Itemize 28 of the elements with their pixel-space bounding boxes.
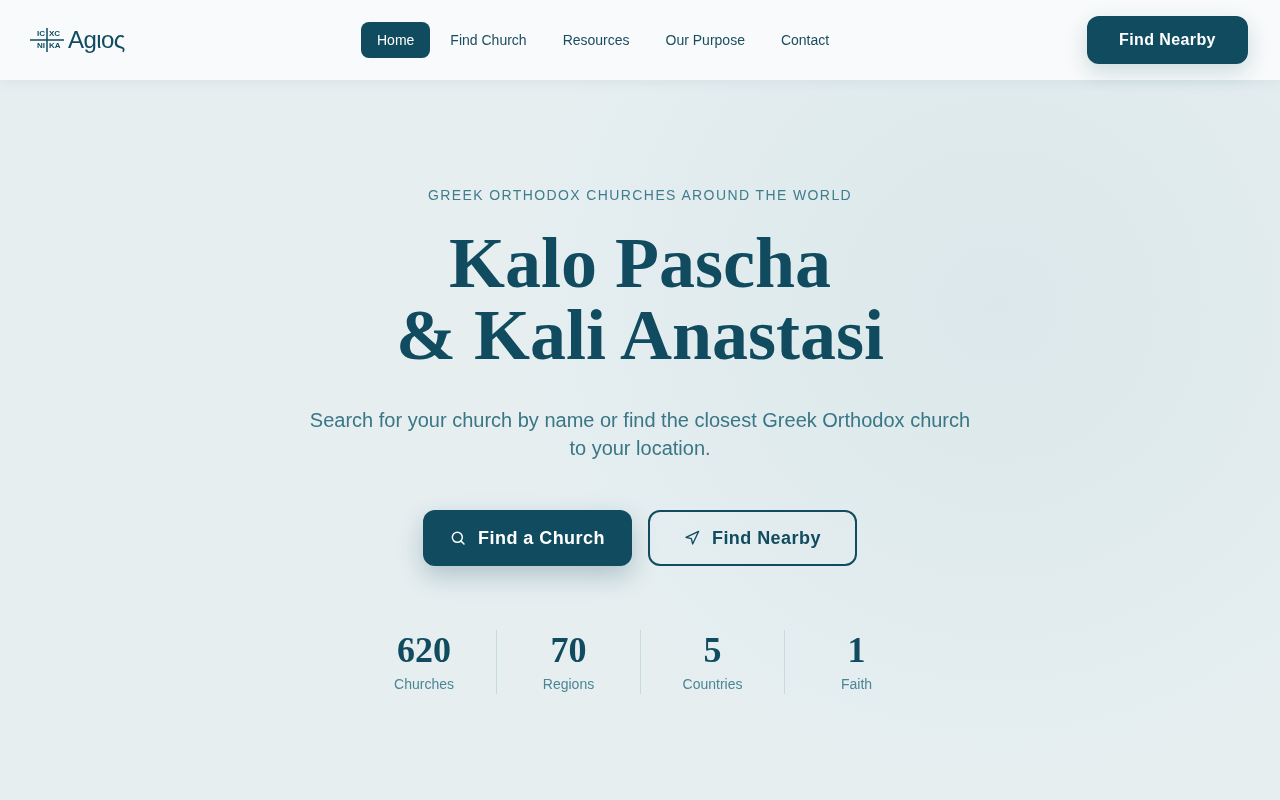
navigation-arrow-icon <box>683 530 700 546</box>
logo-letters: KA <box>49 42 61 50</box>
stat-value: 5 <box>703 630 722 670</box>
hero-subtitle: Search for your church by name or find the closest Greek Orthodox church to your location. <box>308 408 972 461</box>
find-nearby-button[interactable]: Find Nearby <box>1087 16 1248 64</box>
find-nearby-button[interactable]: Find Nearby <box>647 510 857 566</box>
nav-link[interactable]: Resources <box>546 22 646 58</box>
logo-link[interactable]: IC XC NI KA Agιος <box>30 28 125 52</box>
stat-label: Faith <box>840 675 873 694</box>
stat-label: Churches <box>394 675 454 694</box>
logo-letters: XC <box>49 30 61 38</box>
stat-label: Countries <box>682 675 743 694</box>
logo-letters: IC <box>37 30 45 38</box>
stat-value: 620 <box>397 630 451 670</box>
stat-value: 1 <box>847 630 866 670</box>
stat-label: Regions <box>542 675 595 694</box>
nav-link[interactable]: Find Church <box>434 22 543 58</box>
nav-link[interactable]: Contact <box>764 22 846 58</box>
logo-wordmark: Agιος <box>68 28 125 52</box>
nav-link[interactable]: Our Purpose <box>649 22 761 58</box>
logo-letters: NI <box>37 42 45 50</box>
cross-icon <box>30 28 64 52</box>
eyebrow-text: GREEK ORTHODOX CHURCHES AROUND THE WORLD <box>427 186 853 205</box>
hero-title: Kalo Pascha & Kali Anastasi <box>395 227 885 371</box>
nav-link[interactable]: Home <box>361 22 431 58</box>
search-icon <box>450 530 467 546</box>
stat-value: 70 <box>550 630 587 670</box>
find-church-button[interactable]: Find a Church <box>423 510 632 566</box>
